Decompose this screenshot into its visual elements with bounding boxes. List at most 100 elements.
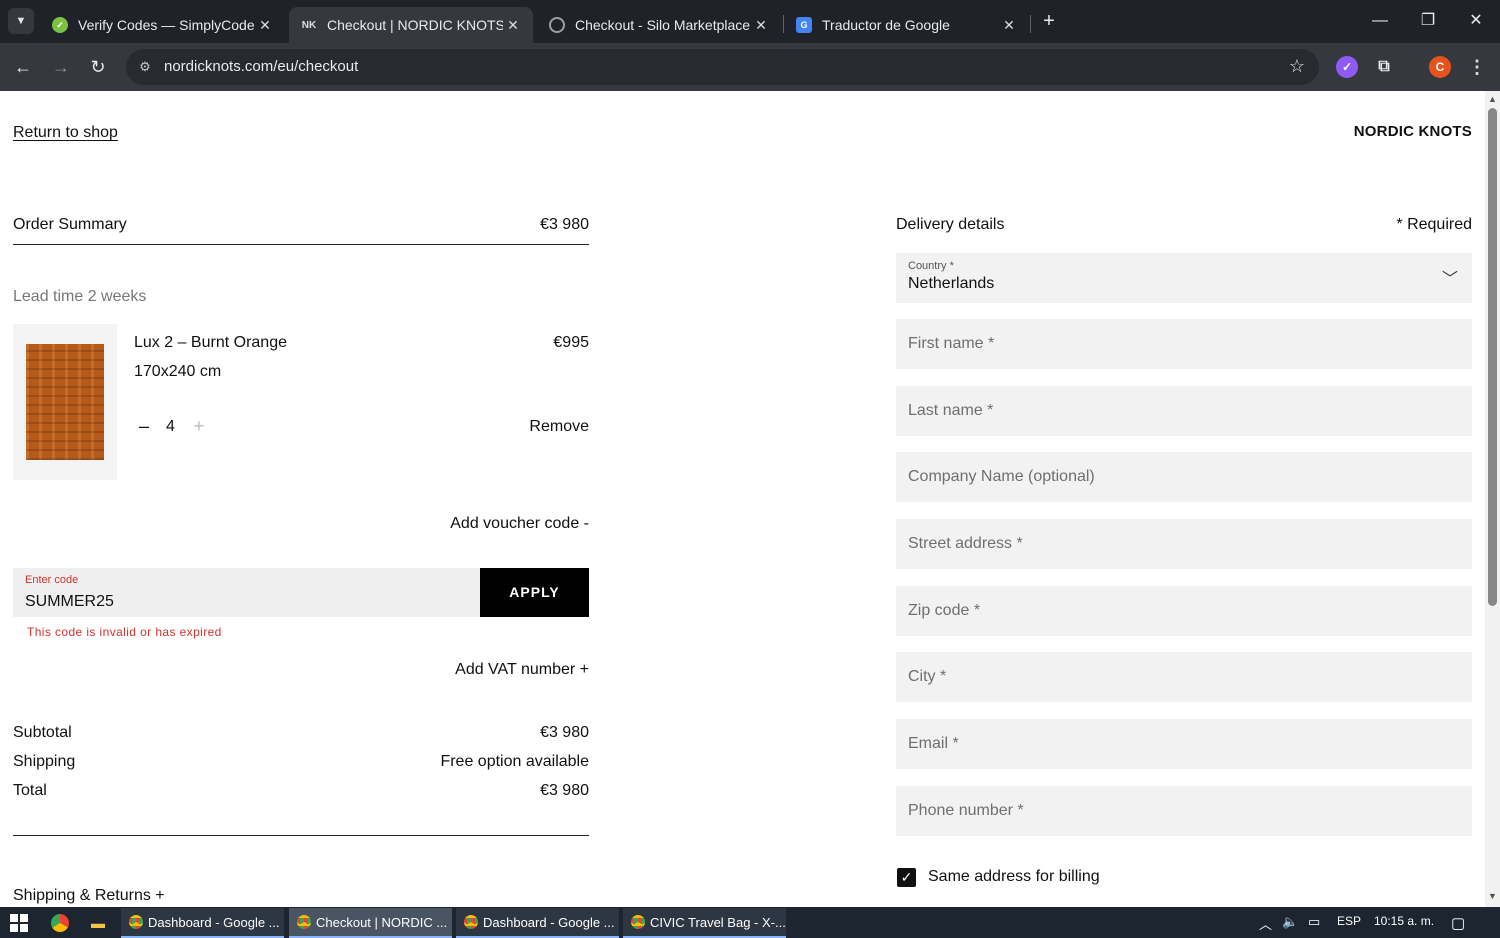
delivery-details-title: Delivery details [896,216,1005,233]
tab-title: Traductor de Google [822,17,950,33]
remove-item-button[interactable]: Remove [489,418,589,436]
product-price: €995 [553,334,589,351]
chevron-down-icon: ▼ [15,15,27,27]
taskbar-item-dashboard-1[interactable]: Dashboard - Google ... [121,908,284,938]
menu-kebab-icon[interactable]: ⋮ [1466,56,1488,78]
quantity-decrease-button[interactable]: – [136,415,152,437]
tab-checkout-nordic-knots[interactable]: NK Checkout | NORDIC KNOTS ✕ [289,7,533,43]
taskbar-item-dashboard-2[interactable]: Dashboard - Google ... [456,908,619,938]
windows-start-icon[interactable] [10,914,28,932]
quantity-increase-button[interactable]: + [191,415,207,437]
country-select[interactable]: Country * Netherlands ﹀ [896,253,1472,303]
street-address-field[interactable]: Street address * [896,519,1472,569]
network-icon[interactable]: ▭ [1308,914,1320,930]
same-billing-checkbox[interactable]: ✓ [897,868,916,887]
voucher-code-input[interactable]: Enter code SUMMER25 [13,568,480,617]
shipping-value: Free option available [440,753,589,770]
clock[interactable]: 10:15 a. m. [1374,914,1434,928]
divider [13,835,589,836]
chevron-down-icon: ﹀ [1441,271,1458,288]
apply-voucher-button[interactable]: APPLY [480,568,589,617]
tab-search-button[interactable]: ▼ [8,8,34,34]
google-translate-icon: G [796,17,812,33]
tray-chevron-up-icon[interactable]: ︿ [1259,914,1272,933]
same-billing-label[interactable]: Same address for billing [928,868,1100,886]
phone-number-field[interactable]: Phone number * [896,786,1472,836]
subtotal-label: Subtotal [13,724,72,741]
brand-logo[interactable]: NORDIC KNOTS [1354,123,1472,140]
tab-title: Verify Codes — SimplyCodes [78,17,255,33]
volume-icon[interactable]: 🔈 [1282,914,1298,930]
nordicknots-icon: NK [301,17,317,33]
bookmark-star-icon[interactable]: ☆ [1289,56,1305,77]
company-name-field[interactable]: Company Name (optional) [896,452,1472,502]
email-field[interactable]: Email * [896,719,1472,769]
first-name-field[interactable]: First name * [896,319,1472,369]
globe-icon [549,17,565,33]
checkout-page: Return to shop NORDIC KNOTS Order Summar… [0,91,1485,907]
chrome-icon[interactable] [49,912,71,934]
field-placeholder: City * [908,668,947,685]
browser-toolbar: ← → ↻ ⚙ nordicknots.com/eu/checkout ☆ ✓ … [0,43,1500,91]
order-summary-title: Order Summary [13,216,127,233]
url-text[interactable]: nordicknots.com/eu/checkout [164,58,358,75]
close-window-icon[interactable]: ✕ [1461,8,1491,34]
minimize-icon[interactable]: — [1365,8,1395,34]
city-field[interactable]: City * [896,652,1472,702]
voucher-code-value[interactable]: SUMMER25 [25,593,114,611]
taskbar-item-civic-travel-bag[interactable]: CIVIC Travel Bag - X-... [623,908,786,938]
scroll-down-icon[interactable]: ▼ [1487,891,1498,902]
total-label: Total [13,782,47,799]
zip-code-field[interactable]: Zip code * [896,586,1472,636]
taskbar-item-label: Dashboard - Google ... [483,914,615,930]
field-placeholder: Zip code * [908,602,981,619]
product-name[interactable]: Lux 2 – Burnt Orange [134,334,287,352]
shipping-label: Shipping [13,753,76,770]
site-settings-icon[interactable]: ⚙ [136,58,154,76]
forward-icon[interactable]: → [48,54,74,80]
taskbar-item-label: Dashboard - Google ... [148,914,280,930]
rug-thumbnail [26,344,104,460]
reload-icon[interactable]: ↻ [85,54,111,80]
tab-verify-codes[interactable]: ✓ Verify Codes — SimplyCodes ✕ [40,7,285,43]
notifications-icon[interactable]: ▢ [1451,914,1465,932]
restore-icon[interactable]: ❐ [1413,8,1443,34]
page-scrollbar[interactable]: ▲ ▼ [1485,91,1500,907]
new-tab-button[interactable]: + [1038,10,1060,32]
taskbar-item-label: CIVIC Travel Bag - X-... [650,914,786,930]
extension-icon[interactable]: ✓ [1336,56,1358,78]
scrollbar-thumb[interactable] [1488,108,1497,606]
voucher-error-message: This code is invalid or has expired [27,625,222,639]
tab-silo-marketplace[interactable]: Checkout - Silo Marketplace ✕ [537,7,781,43]
close-icon[interactable]: ✕ [751,17,771,34]
windows-taskbar: ▬ Dashboard - Google ... Checkout | NORD… [0,907,1500,938]
shipping-returns-toggle[interactable]: Shipping & Returns + [13,887,165,905]
add-voucher-toggle[interactable]: Add voucher code - [389,515,589,533]
scroll-up-icon[interactable]: ▲ [1487,94,1498,105]
return-to-shop-link[interactable]: Return to shop [13,124,118,142]
required-note: * Required [1396,216,1472,233]
close-icon[interactable]: ✕ [255,17,275,34]
back-icon[interactable]: ← [10,54,36,80]
tab-google-translate[interactable]: G Traductor de Google ✕ [784,7,1029,43]
quantity-value: 4 [166,418,175,435]
close-icon[interactable]: ✕ [999,17,1019,34]
last-name-field[interactable]: Last name * [896,386,1472,436]
profile-avatar[interactable]: C [1429,56,1451,78]
address-bar[interactable]: ⚙ nordicknots.com/eu/checkout ☆ [126,49,1319,85]
field-placeholder: Street address * [908,535,1023,552]
extensions-puzzle-icon[interactable]: ⧉ [1373,56,1395,78]
country-label: Country * [908,260,954,272]
voucher-code-label: Enter code [25,574,79,586]
language-indicator[interactable]: ESP [1337,914,1361,928]
product-image [13,324,117,480]
add-vat-toggle[interactable]: Add VAT number + [389,661,589,679]
file-explorer-icon[interactable]: ▬ [87,912,109,934]
divider [13,244,589,245]
taskbar-item-label: Checkout | NORDIC ... [316,914,448,930]
close-icon[interactable]: ✕ [503,17,523,34]
taskbar-item-checkout[interactable]: Checkout | NORDIC ... [289,908,452,938]
field-placeholder: Company Name (optional) [908,468,1095,485]
country-value[interactable]: Netherlands [908,275,994,293]
tab-strip: ▼ ✓ Verify Codes — SimplyCodes ✕ NK Chec… [0,0,1500,43]
